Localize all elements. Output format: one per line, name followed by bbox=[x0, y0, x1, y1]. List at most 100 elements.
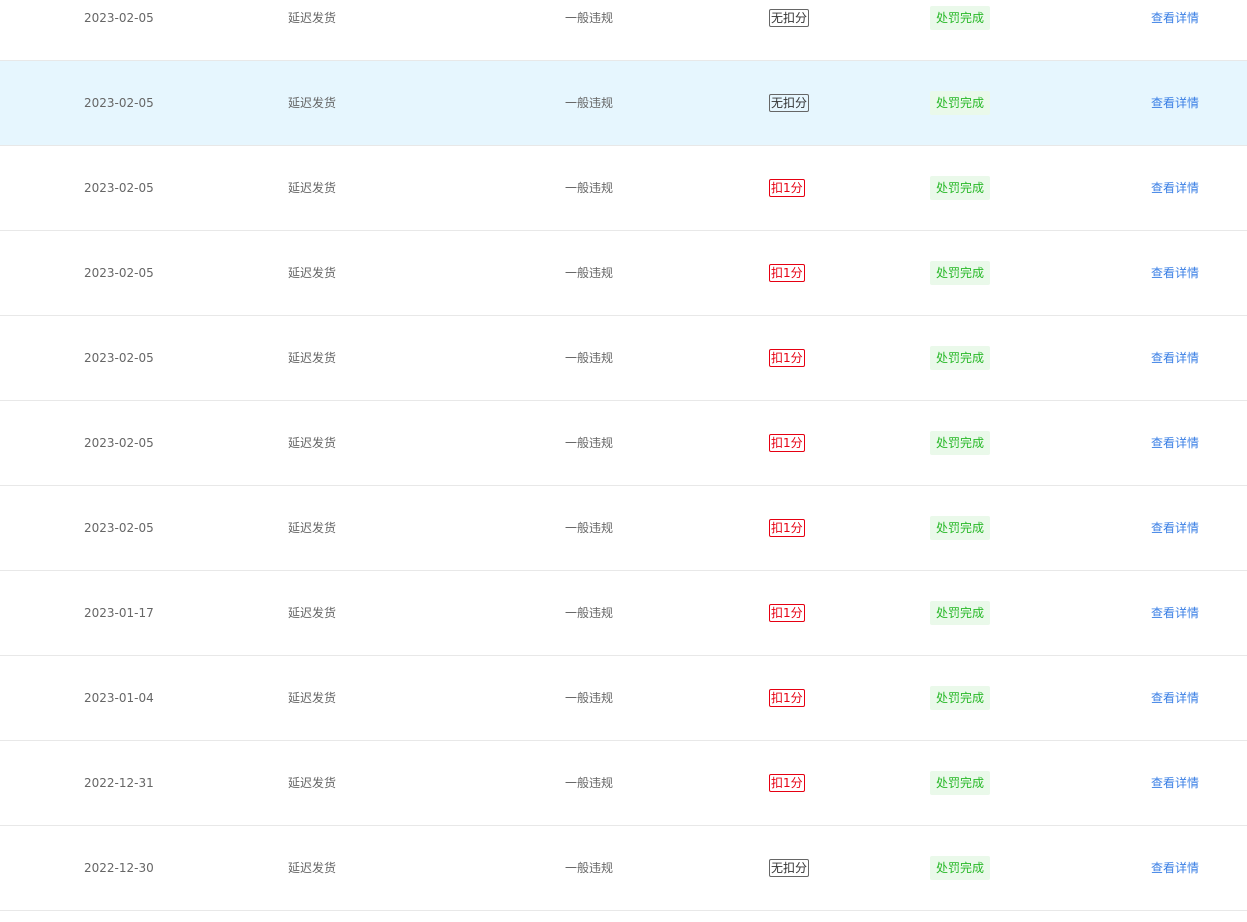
violation-type: 延迟发货 bbox=[288, 11, 337, 25]
violation-level: 一般违规 bbox=[565, 96, 614, 110]
violation-date: 2022-12-31 bbox=[84, 776, 154, 790]
score-cell: 无扣分 bbox=[769, 0, 810, 60]
status-cell: 处罚完成 bbox=[930, 401, 991, 485]
status-badge: 处罚完成 bbox=[930, 601, 991, 625]
violation-date: 2023-02-05 bbox=[84, 436, 154, 450]
score-deduction-badge: 扣1分 bbox=[769, 689, 805, 707]
view-details-link[interactable]: 查看详情 bbox=[1151, 656, 1199, 740]
violation-date: 2023-02-05 bbox=[84, 266, 154, 280]
score-deduction-badge: 扣1分 bbox=[769, 179, 805, 197]
score-deduction-badge: 无扣分 bbox=[769, 94, 810, 112]
view-details-link[interactable]: 查看详情 bbox=[1151, 741, 1199, 825]
view-details-link[interactable]: 查看详情 bbox=[1151, 61, 1199, 145]
status-cell: 处罚完成 bbox=[930, 146, 991, 230]
view-details-link[interactable]: 查看详情 bbox=[1151, 146, 1199, 230]
table-row: 2022-12-31 延迟发货 一般违规 扣1分 处罚完成 查看详情 bbox=[0, 741, 1247, 826]
status-cell: 处罚完成 bbox=[930, 486, 991, 570]
table-row: 2023-01-17 延迟发货 一般违规 扣1分 处罚完成 查看详情 bbox=[0, 571, 1247, 656]
score-cell: 无扣分 bbox=[769, 826, 810, 910]
violation-type: 延迟发货 bbox=[288, 436, 337, 450]
table-row: 2023-01-04 延迟发货 一般违规 扣1分 处罚完成 查看详情 bbox=[0, 656, 1247, 741]
violation-level: 一般违规 bbox=[565, 521, 614, 535]
status-badge: 处罚完成 bbox=[930, 516, 991, 540]
violation-date: 2023-01-04 bbox=[84, 691, 154, 705]
violation-level: 一般违规 bbox=[565, 436, 614, 450]
table-row: 2023-02-05 延迟发货 一般违规 扣1分 处罚完成 查看详情 bbox=[0, 231, 1247, 316]
view-details-link[interactable]: 查看详情 bbox=[1151, 316, 1199, 400]
violation-type: 延迟发货 bbox=[288, 266, 337, 280]
table-row: 2023-02-05 延迟发货 一般违规 无扣分 处罚完成 查看详情 bbox=[0, 61, 1247, 146]
status-badge: 处罚完成 bbox=[930, 176, 991, 200]
violation-level: 一般违规 bbox=[565, 776, 614, 790]
score-cell: 扣1分 bbox=[769, 741, 805, 825]
violation-type: 延迟发货 bbox=[288, 181, 337, 195]
violation-level: 一般违规 bbox=[565, 691, 614, 705]
table-row: 2023-02-05 延迟发货 一般违规 扣1分 处罚完成 查看详情 bbox=[0, 146, 1247, 231]
score-deduction-badge: 无扣分 bbox=[769, 859, 810, 877]
view-details-link[interactable]: 查看详情 bbox=[1151, 0, 1199, 60]
violation-type: 延迟发货 bbox=[288, 351, 337, 365]
violation-level: 一般违规 bbox=[565, 351, 614, 365]
score-deduction-badge: 扣1分 bbox=[769, 604, 805, 622]
status-badge: 处罚完成 bbox=[930, 686, 991, 710]
status-badge: 处罚完成 bbox=[930, 91, 991, 115]
table-row: 2023-02-05 延迟发货 一般违规 扣1分 处罚完成 查看详情 bbox=[0, 316, 1247, 401]
score-cell: 扣1分 bbox=[769, 316, 805, 400]
status-badge: 处罚完成 bbox=[930, 431, 991, 455]
status-badge: 处罚完成 bbox=[930, 261, 991, 285]
status-cell: 处罚完成 bbox=[930, 0, 991, 60]
score-deduction-badge: 无扣分 bbox=[769, 9, 810, 27]
table-row: 2023-02-05 延迟发货 一般违规 扣1分 处罚完成 查看详情 bbox=[0, 401, 1247, 486]
violation-level: 一般违规 bbox=[565, 11, 614, 25]
score-deduction-badge: 扣1分 bbox=[769, 519, 805, 537]
score-deduction-badge: 扣1分 bbox=[769, 434, 805, 452]
violation-date: 2023-02-05 bbox=[84, 521, 154, 535]
violation-type: 延迟发货 bbox=[288, 521, 337, 535]
violation-level: 一般违规 bbox=[565, 266, 614, 280]
status-badge: 处罚完成 bbox=[930, 771, 991, 795]
score-deduction-badge: 扣1分 bbox=[769, 264, 805, 282]
view-details-link[interactable]: 查看详情 bbox=[1151, 826, 1199, 910]
violation-type: 延迟发货 bbox=[288, 861, 337, 875]
violation-date: 2023-02-05 bbox=[84, 11, 154, 25]
violation-type: 延迟发货 bbox=[288, 606, 337, 620]
table-row: 2022-12-30 延迟发货 一般违规 无扣分 处罚完成 查看详情 bbox=[0, 826, 1247, 911]
score-deduction-badge: 扣1分 bbox=[769, 774, 805, 792]
status-badge: 处罚完成 bbox=[930, 346, 991, 370]
violation-level: 一般违规 bbox=[565, 606, 614, 620]
score-cell: 扣1分 bbox=[769, 231, 805, 315]
violation-type: 延迟发货 bbox=[288, 96, 337, 110]
score-cell: 扣1分 bbox=[769, 486, 805, 570]
score-deduction-badge: 扣1分 bbox=[769, 349, 805, 367]
view-details-link[interactable]: 查看详情 bbox=[1151, 231, 1199, 315]
status-cell: 处罚完成 bbox=[930, 571, 991, 655]
violation-date: 2023-01-17 bbox=[84, 606, 154, 620]
violation-date: 2023-02-05 bbox=[84, 96, 154, 110]
violation-date: 2023-02-05 bbox=[84, 351, 154, 365]
score-cell: 扣1分 bbox=[769, 401, 805, 485]
score-cell: 扣1分 bbox=[769, 571, 805, 655]
violation-records-table: 2023-02-05 延迟发货 一般违规 无扣分 处罚完成 查看详情 2023-… bbox=[0, 0, 1247, 911]
table-row: 2023-02-05 延迟发货 一般违规 扣1分 处罚完成 查看详情 bbox=[0, 486, 1247, 571]
status-badge: 处罚完成 bbox=[930, 856, 991, 880]
table-row: 2023-02-05 延迟发货 一般违规 无扣分 处罚完成 查看详情 bbox=[0, 0, 1247, 61]
status-cell: 处罚完成 bbox=[930, 656, 991, 740]
view-details-link[interactable]: 查看详情 bbox=[1151, 401, 1199, 485]
violation-type: 延迟发货 bbox=[288, 691, 337, 705]
view-details-link[interactable]: 查看详情 bbox=[1151, 486, 1199, 570]
score-cell: 扣1分 bbox=[769, 656, 805, 740]
view-details-link[interactable]: 查看详情 bbox=[1151, 571, 1199, 655]
violation-date: 2022-12-30 bbox=[84, 861, 154, 875]
status-badge: 处罚完成 bbox=[930, 6, 991, 30]
score-cell: 无扣分 bbox=[769, 61, 810, 145]
status-cell: 处罚完成 bbox=[930, 741, 991, 825]
status-cell: 处罚完成 bbox=[930, 61, 991, 145]
score-cell: 扣1分 bbox=[769, 146, 805, 230]
violation-level: 一般违规 bbox=[565, 861, 614, 875]
status-cell: 处罚完成 bbox=[930, 231, 991, 315]
violation-type: 延迟发货 bbox=[288, 776, 337, 790]
status-cell: 处罚完成 bbox=[930, 826, 991, 910]
status-cell: 处罚完成 bbox=[930, 316, 991, 400]
violation-date: 2023-02-05 bbox=[84, 181, 154, 195]
violation-level: 一般违规 bbox=[565, 181, 614, 195]
